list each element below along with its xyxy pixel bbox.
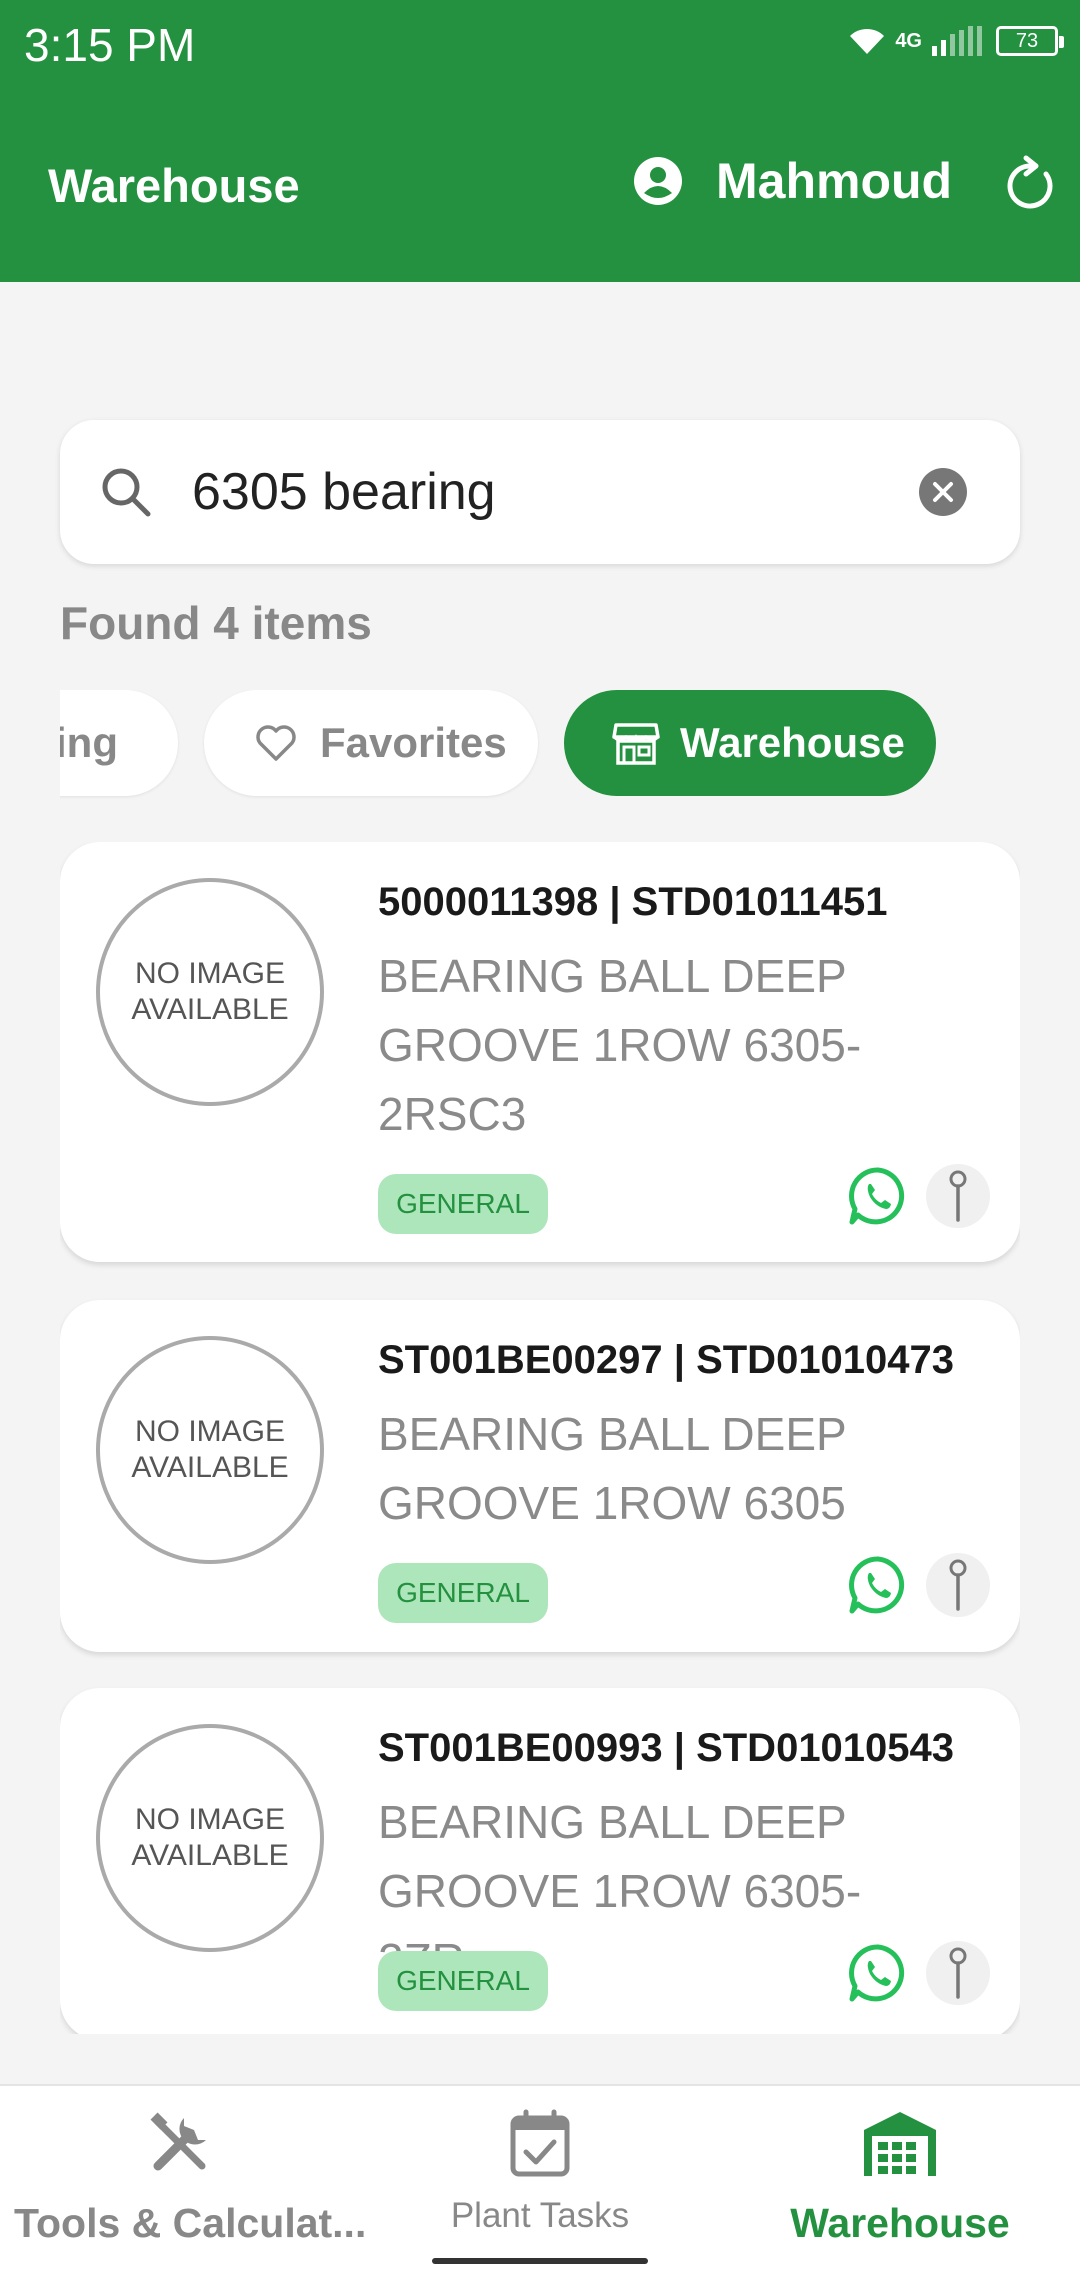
no-image-placeholder: NO IMAGE AVAILABLE	[96, 1336, 324, 1564]
nav-label: Tools & Calculat...	[14, 2200, 367, 2246]
home-indicator[interactable]	[432, 2258, 648, 2264]
search-icon	[102, 468, 151, 517]
item-card[interactable]: NO IMAGE AVAILABLE 5000011398 | STD01011…	[60, 842, 1020, 1262]
store-icon	[612, 723, 660, 765]
nav-label: Warehouse	[790, 2200, 1010, 2246]
item-description: BEARING BALL DEEP GROOVE 1ROW 6305-2RSC3	[378, 950, 862, 1140]
filter-chip-label: Favorites	[320, 719, 507, 766]
pin-icon	[949, 1170, 967, 1222]
pin-icon	[949, 1947, 967, 1999]
filter-chip-label: king	[60, 719, 118, 766]
filter-chip-warehouse[interactable]: Warehouse	[564, 690, 936, 796]
network-label: 4G	[895, 29, 922, 52]
warehouse-icon	[864, 2112, 936, 2176]
item-description: BEARING BALL DEEP GROOVE 1ROW 6305	[378, 1408, 846, 1529]
item-code: ST001BE00993 | STD01010543	[378, 1726, 955, 1770]
item-code: ST001BE00297 | STD01010473	[378, 1338, 955, 1382]
item-card[interactable]: NO IMAGE AVAILABLE ST001BE00993 | STD010…	[60, 1688, 1020, 2034]
no-image-placeholder: NO IMAGE AVAILABLE	[96, 878, 324, 1106]
location-pin-button[interactable]	[926, 1553, 990, 1617]
nav-label: Plant Tasks	[450, 2196, 630, 2235]
results-count: Found 4 items	[60, 597, 372, 649]
refresh-icon[interactable]	[1002, 152, 1058, 216]
account-icon	[634, 157, 682, 205]
search-bar	[60, 420, 1020, 564]
location-pin-button[interactable]	[926, 1164, 990, 1228]
user-name: Mahmoud	[716, 153, 953, 209]
item-card[interactable]: NO IMAGE AVAILABLE ST001BE00297 | STD010…	[60, 1300, 1020, 1652]
signal-icon	[932, 26, 982, 56]
item-code: 5000011398 | STD01011451	[378, 880, 888, 924]
whatsapp-icon[interactable]	[846, 1553, 910, 1617]
user-profile[interactable]: Mahmoud	[632, 152, 952, 210]
category-badge: GENERAL	[378, 1951, 548, 2011]
no-image-placeholder: NO IMAGE AVAILABLE	[96, 1724, 324, 1952]
category-badge: GENERAL	[378, 1174, 548, 1234]
bottom-navigation: Tools & Calculat... Plant Tasks Warehous…	[0, 2084, 1080, 2280]
app-root: 3:15 PM 4G 73 Warehouse Mahmoud 6305 bea…	[0, 0, 1080, 2280]
nav-item-warehouse[interactable]: Warehouse	[720, 2086, 1080, 2280]
results-list: NO IMAGE AVAILABLE 5000011398 | STD01011…	[60, 842, 1020, 2034]
search-input[interactable]	[192, 460, 952, 524]
heart-icon	[256, 725, 296, 761]
category-badge: GENERAL	[378, 1563, 548, 1623]
battery-indicator: 73	[996, 26, 1064, 56]
wifi-icon	[850, 28, 885, 54]
nav-item-tools[interactable]: Tools & Calculat...	[0, 2086, 366, 2280]
whatsapp-icon[interactable]	[846, 1941, 910, 2005]
whatsapp-icon[interactable]	[846, 1164, 910, 1228]
app-header: 3:15 PM 4G 73 Warehouse Mahmoud	[0, 0, 1080, 282]
nav-item-plant-tasks[interactable]: Plant Tasks	[360, 2086, 720, 2280]
page-title: Warehouse	[48, 159, 300, 212]
clear-search-icon[interactable]	[918, 467, 968, 517]
filter-chip-partial[interactable]: king	[60, 690, 178, 796]
calendar-check-icon	[510, 2109, 570, 2177]
pin-icon	[949, 1559, 967, 1611]
filter-chips: king Favorites Warehouse	[60, 690, 1080, 800]
location-pin-button[interactable]	[926, 1941, 990, 2005]
status-time: 3:15 PM	[24, 19, 196, 71]
status-icons: 4G 73	[847, 24, 1064, 58]
filter-chip-favorites[interactable]: Favorites	[204, 690, 538, 796]
filter-chip-label: Warehouse	[680, 719, 905, 766]
tools-icon	[150, 2112, 206, 2171]
